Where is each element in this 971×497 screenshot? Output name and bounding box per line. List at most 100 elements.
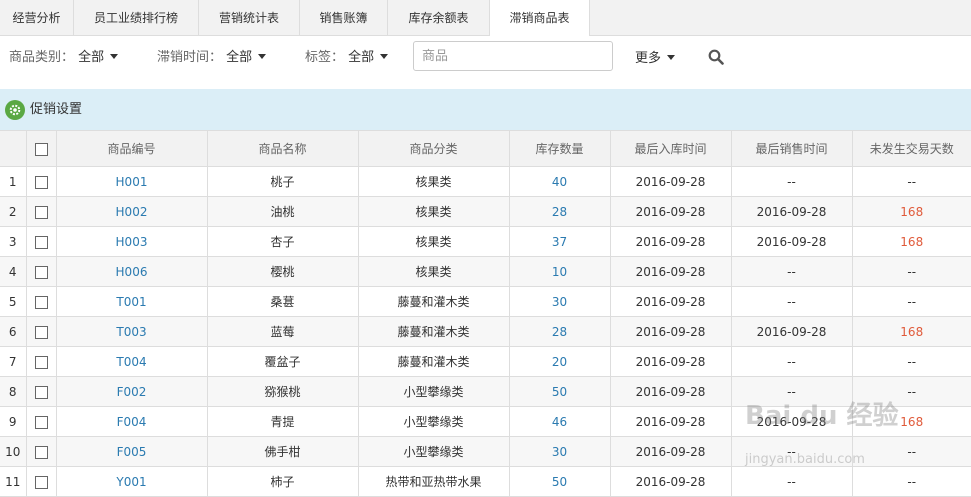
row-checkbox[interactable] [34,475,48,489]
stock-quantity-link[interactable]: 10 [552,265,567,279]
row-checkbox[interactable] [34,325,48,339]
product-category-cell: 热带和亚热带水果 [357,466,510,497]
row-checkbox[interactable] [34,415,48,429]
tab-inventory-balance[interactable]: 库存余额表 [388,0,490,36]
last-in-date-cell: 2016-09-28 [609,406,732,437]
stock-quantity-link[interactable]: 50 [552,475,567,489]
table-row[interactable]: 7 T004 覆盆子 藤蔓和灌木类 20 2016-09-28 -- -- [0,346,971,377]
qty-header[interactable]: 库存数量 [508,130,611,167]
row-checkbox[interactable] [34,265,48,279]
table-row[interactable]: 9 F004 青提 小型攀缘类 46 2016-09-28 2016-09-28 168 [0,406,971,437]
idle-days-cell: -- [851,166,971,197]
table-row[interactable]: 4 H006 樱桃 核果类 10 2016-09-28 -- -- [0,256,971,287]
product-code-link[interactable]: F005 [117,445,147,459]
row-index: 4 [8,264,17,279]
tab-marketing-stats[interactable]: 营销统计表 [199,0,300,36]
table-row[interactable]: 5 T001 桑葚 藤蔓和灌木类 30 2016-09-28 -- -- [0,286,971,317]
row-select-cell [25,166,57,197]
row-index: 9 [8,414,17,429]
product-code-link[interactable]: T003 [116,325,146,339]
stock-quantity-link[interactable]: 40 [552,175,567,189]
table-row[interactable]: 10 F005 佛手柑 小型攀缘类 30 2016-09-28 -- -- [0,436,971,467]
table-row[interactable]: 3 H003 杏子 核果类 37 2016-09-28 2016-09-28 168 [0,226,971,257]
product-category: 核果类 [415,265,452,279]
idle-days: -- [907,294,917,309]
product-code-link[interactable]: H006 [116,265,148,279]
row-select-cell [25,196,57,227]
product-code-link-cell: Y001 [55,466,208,497]
code-header[interactable]: 商品编号 [55,130,208,167]
row-select-cell [25,406,57,437]
stock-quantity-link[interactable]: 28 [552,325,567,339]
table-row[interactable]: 8 F002 猕猴桃 小型攀缘类 50 2016-09-28 -- -- [0,376,971,407]
tab-slow-moving-goods[interactable]: 滞销商品表 [490,0,590,37]
row-checkbox[interactable] [34,235,48,249]
stock-quantity-link[interactable]: 28 [552,205,567,219]
product-search-input[interactable] [413,41,613,71]
table-row[interactable]: 6 T003 蓝莓 藤蔓和灌木类 28 2016-09-28 2016-09-28 168 [0,316,971,347]
idle-days-header[interactable]: 未发生交易天数 [851,130,971,167]
last-in-date: 2016-09-28 [635,264,706,279]
stock-quantity-link[interactable]: 30 [552,445,567,459]
product-code-link-cell: F005 [55,436,208,467]
row-checkbox[interactable] [34,445,48,459]
product-category-cell: 小型攀缘类 [357,436,510,467]
last-sale-date-cell: -- [730,346,853,377]
last-in-date-header[interactable]: 最后入库时间 [609,130,732,167]
row-checkbox[interactable] [34,205,48,219]
row-checkbox[interactable] [34,355,48,369]
last-in-date: 2016-09-28 [635,204,706,219]
promotion-bar: 促销设置 [0,89,971,130]
last-sale-date-cell: -- [730,376,853,407]
table-header-row: 商品编号 商品名称 商品分类 库存数量 最后入库时间 最后销售时间 未发生交易天… [0,130,971,167]
last-sale-date-header[interactable]: 最后销售时间 [730,130,853,167]
last-in-date: 2016-09-28 [635,414,706,429]
product-category: 核果类 [415,175,452,189]
stock-quantity-link[interactable]: 46 [552,415,567,429]
row-index-cell: 3 [0,226,27,257]
row-select-cell [25,316,57,347]
select-all-checkbox[interactable] [34,142,48,156]
stock-quantity-link[interactable]: 50 [552,385,567,399]
tag-filter-label: 标签： [305,50,345,65]
row-checkbox[interactable] [34,175,48,189]
table-row[interactable]: 11 Y001 柿子 热带和亚热带水果 50 2016-09-28 -- -- [0,466,971,497]
row-index-cell: 2 [0,196,27,227]
tag-filter[interactable]: 标签： 全部 [305,50,389,66]
product-code-link[interactable]: T004 [116,355,146,369]
row-checkbox[interactable] [34,385,48,399]
product-code-link[interactable]: F004 [117,415,147,429]
table-row[interactable]: 1 H001 桃子 核果类 40 2016-09-28 -- -- [0,166,971,197]
product-code-link[interactable]: Y001 [116,475,146,489]
row-index-cell: 8 [0,376,27,407]
tab-business-analysis[interactable]: 经营分析 [0,0,74,36]
stock-quantity-link[interactable]: 30 [552,295,567,309]
product-code-link-cell: H002 [55,196,208,227]
product-code-link[interactable]: T001 [116,295,146,309]
category-filter[interactable]: 商品类别： 全部 [9,50,119,66]
stock-quantity-link[interactable]: 20 [552,355,567,369]
stock-quantity-link-cell: 46 [508,406,611,437]
product-code-link-cell: H006 [55,256,208,287]
idle-days: 168 [900,414,924,429]
product-code-link[interactable]: H001 [116,175,148,189]
tab-sales-ledger[interactable]: 销售账簿 [300,0,388,36]
stale-time-filter[interactable]: 滞销时间： 全部 [157,50,267,66]
row-checkbox[interactable] [34,295,48,309]
table-row[interactable]: 2 H002 油桃 核果类 28 2016-09-28 2016-09-28 168 [0,196,971,227]
more-filters-dropdown[interactable]: 更多 [635,51,676,67]
filter-bar: 商品类别： 全部 滞销时间： 全部 标签： 全部 更多 [0,36,971,89]
last-sale-date: -- [787,174,796,189]
product-code-link[interactable]: F002 [117,385,147,399]
select-all-cell [25,130,57,167]
search-icon[interactable] [708,49,724,65]
last-in-date-cell: 2016-09-28 [609,466,732,497]
category-header[interactable]: 商品分类 [357,130,510,167]
promotion-settings-button[interactable]: 促销设置 [5,100,82,120]
product-code-link[interactable]: H002 [116,205,148,219]
gear-icon [5,100,25,120]
product-code-link[interactable]: H003 [116,235,148,249]
tab-staff-ranking[interactable]: 员工业绩排行榜 [74,0,199,36]
stock-quantity-link[interactable]: 37 [552,235,567,249]
name-header[interactable]: 商品名称 [206,130,359,167]
